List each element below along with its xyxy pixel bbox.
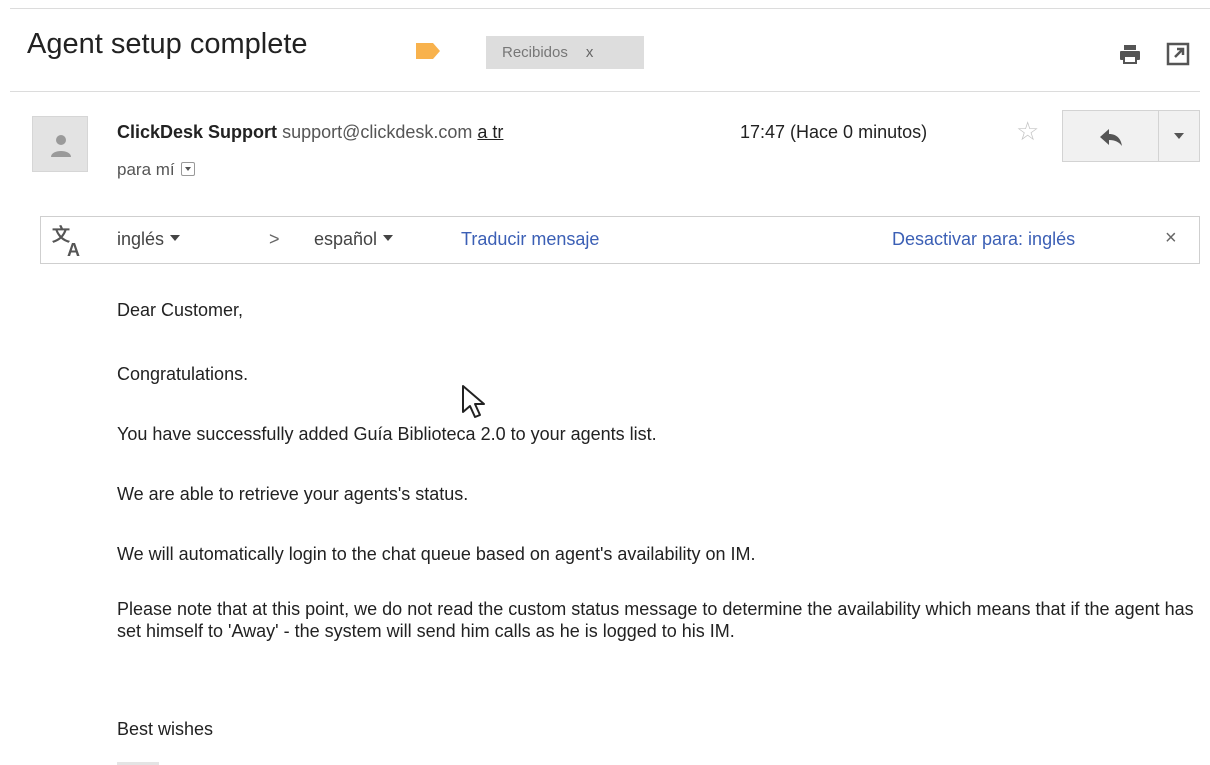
mouse-pointer-icon — [462, 385, 485, 418]
target-language-label: español — [314, 229, 378, 249]
language-separator: > — [269, 229, 280, 249]
inbox-label-chip[interactable]: Recibidos x — [486, 36, 644, 69]
svg-text:A: A — [67, 240, 80, 259]
translate-bar: 文 A inglés > español Traducir mensaje De… — [40, 216, 1200, 264]
translate-icon: 文 A — [52, 224, 80, 259]
label-chip-text: Recibidos — [502, 44, 568, 61]
top-divider — [10, 8, 1210, 9]
close-icon[interactable]: × — [1165, 227, 1177, 250]
body-paragraph: Best wishes — [117, 719, 214, 739]
reply-button[interactable] — [1062, 110, 1159, 162]
body-paragraph: You have successfully added Guía Bibliot… — [117, 424, 657, 444]
via-link[interactable]: a tr — [477, 122, 503, 142]
person-icon — [51, 135, 71, 157]
translate-message-link[interactable]: Traducir mensaje — [461, 229, 599, 250]
body-paragraph: We are able to retrieve your agents's st… — [117, 484, 469, 504]
label-remove-button[interactable]: x — [586, 44, 594, 61]
email-subject: Agent setup complete — [27, 28, 308, 60]
target-language-select[interactable]: español — [314, 229, 394, 250]
sender-avatar[interactable] — [32, 116, 88, 172]
email-timestamp: 17:47 (Hace 0 minutos) — [740, 122, 928, 142]
disable-translation-link[interactable]: Desactivar para: inglés — [892, 229, 1075, 250]
more-options-button[interactable] — [1158, 110, 1200, 162]
header-divider — [10, 91, 1200, 92]
label-tag-icon[interactable] — [415, 42, 441, 60]
sender-email: support@clickdesk.com — [282, 122, 473, 142]
star-outline-icon[interactable]: ☆ — [1016, 118, 1039, 144]
recipient-line: para mí — [117, 160, 195, 180]
sender-line: ClickDesk Support support@clickdesk.com … — [117, 122, 503, 143]
chevron-down-icon — [383, 235, 394, 242]
new-window-icon[interactable] — [1166, 42, 1190, 66]
source-language-label: inglés — [117, 229, 165, 249]
body-paragraph: Congratulations. — [117, 364, 249, 384]
chevron-down-icon — [170, 235, 181, 242]
source-language-select[interactable]: inglés — [117, 229, 181, 250]
body-paragraph: We will automatically login to the chat … — [117, 544, 756, 564]
show-details-dropdown-icon[interactable] — [180, 161, 195, 176]
body-paragraph: Please note that at this point, we do no… — [117, 599, 1194, 641]
sender-name[interactable]: ClickDesk Support — [117, 122, 277, 142]
reply-arrow-icon — [1100, 129, 1122, 146]
body-paragraph: Dear Customer, — [117, 300, 244, 320]
printer-icon[interactable] — [1118, 42, 1142, 66]
recipient-text: para mí — [117, 160, 175, 179]
